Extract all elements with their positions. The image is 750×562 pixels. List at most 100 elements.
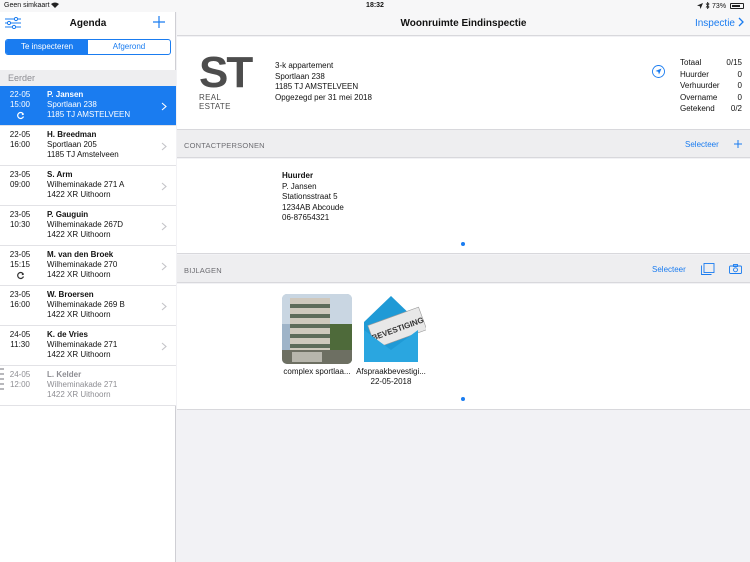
location-icon — [697, 3, 704, 9]
add-appointment-icon[interactable] — [153, 16, 165, 28]
sync-icon — [17, 111, 25, 120]
contacts-carousel: Huurder P. Jansen Stationsstraat 5 1234A… — [177, 159, 750, 254]
appointment-name: M. van den Broek — [47, 250, 114, 259]
sync-icon — [17, 271, 25, 280]
clock: 18:32 — [366, 2, 384, 9]
contacts-section-title: CONTACTPERSONEN — [184, 141, 265, 150]
appointment-row[interactable]: 23-05 15:15 M. van den Broek Wilheminakad… — [0, 246, 176, 286]
property-note: Opgezegd per 31 mei 2018 — [275, 92, 372, 102]
appointment-name: P. Jansen — [47, 90, 84, 99]
stat-row: Verhuurder 0 — [680, 81, 742, 90]
appointment-row[interactable]: 23-05 16:00 W. Broersen Wilheminakade 269… — [0, 286, 176, 326]
inspection-detail: Woonruimte Eindinspectie Inspectie ST RE… — [177, 12, 750, 562]
logo-mark: ST — [199, 48, 253, 97]
appointment-address: Wilheminakade 269 B 1422 XR Uithoorn — [47, 300, 125, 319]
chevron-right-icon — [161, 262, 167, 271]
stat-row: Overname 0 — [680, 92, 742, 102]
property-street: Sportlaan 238 — [275, 71, 325, 81]
appointment-name: K. de Vries — [47, 330, 88, 339]
contact-city: 1234AB Abcoude — [282, 202, 344, 212]
attachment-item[interactable]: complex sportlaa... — [281, 294, 353, 377]
appointment-name: W. Broersen — [47, 290, 94, 299]
chevron-right-icon — [161, 182, 167, 191]
sidebar-title: Agenda — [69, 18, 107, 29]
chevron-right-icon — [161, 102, 167, 111]
agenda-sidebar: Agenda Te inspecteren Afgerond Eerder 22… — [0, 12, 176, 562]
appointment-datetime: 23-05 16:00 — [9, 290, 31, 309]
appointment-datetime: 23-05 09:00 — [9, 170, 31, 189]
appointment-name: S. Arm — [47, 170, 73, 179]
page-indicator-dot — [461, 397, 465, 401]
stat-row: Totaal 0/15 — [680, 58, 742, 67]
chevron-right-icon — [738, 17, 744, 27]
attachment-photo-thumbnail — [282, 294, 352, 364]
appointment-datetime: 24-05 12:00 — [9, 370, 31, 389]
property-summary: ST REAL ESTATE 3-k appartement Sportlaan… — [177, 37, 750, 130]
appointment-row[interactable]: 23-05 09:00 S. Arm Wilheminakade 271 A 142… — [0, 166, 176, 206]
chevron-right-icon — [161, 142, 167, 151]
chevron-right-icon — [161, 342, 167, 351]
status-right: 73% — [697, 1, 744, 10]
appointment-row[interactable]: 24-05 11:30 K. de Vries Wilheminakade 271… — [0, 326, 176, 366]
status-segmented-control: Te inspecteren Afgerond — [5, 39, 171, 55]
appointment-row[interactable]: 23-05 10:30 P. Gauguin Wilheminakade 267D… — [0, 206, 176, 246]
attachment-date: 22-05-2018 — [370, 377, 412, 386]
appointment-datetime: 23-05 15:15 — [9, 250, 31, 269]
add-contact-icon[interactable] — [734, 140, 742, 148]
chevron-right-icon — [161, 222, 167, 231]
appointment-address: Wilheminakade 271 1422 XR Uithoorn — [47, 340, 118, 359]
detail-navbar: Woonruimte Eindinspectie Inspectie — [177, 12, 750, 36]
navigation-arrow-icon[interactable] — [652, 65, 665, 78]
appointment-datetime: 22-05 16:00 — [9, 130, 31, 149]
appointment-address: Wilheminakade 270 1422 XR Uithoorn — [47, 260, 118, 279]
attachments-carousel: complex sportlaa... BEVESTIGING Afspraak… — [177, 284, 750, 410]
property-info: 3-k appartement Sportlaan 238 1185 TJ AM… — [275, 61, 372, 103]
sidebar-header: Agenda — [0, 12, 175, 36]
segment-te-inspecteren[interactable]: Te inspecteren — [6, 40, 88, 54]
attachment-item[interactable]: BEVESTIGING Afspraakbevestigi... 22-05-2… — [355, 294, 427, 387]
contacts-select-button[interactable]: Selecteer — [685, 140, 719, 149]
segment-afgerond[interactable]: Afgerond — [88, 40, 170, 54]
appointment-name: L. Kelder — [47, 370, 82, 379]
appointment-address: Sportlaan 205 1185 TJ Amstelveen — [47, 140, 119, 159]
property-city: 1185 TJ AMSTELVEEN — [275, 82, 359, 91]
inspectie-label: Inspectie — [694, 18, 735, 29]
contacts-section-header: CONTACTPERSONEN Selecteer — [177, 130, 750, 158]
attachments-select-button[interactable]: Selecteer — [652, 265, 686, 274]
attachments-section-header: BIJLAGEN Selecteer — [177, 255, 750, 283]
attachment-label: Afspraakbevestigi... — [356, 367, 426, 376]
stat-row: Getekend 0/2 — [680, 104, 742, 113]
page-indicator-dot — [461, 242, 465, 246]
appointment-address: Wilheminakade 271 1422 XR Uithoorn — [47, 380, 118, 399]
appointment-row[interactable]: 22-05 16:00 H. Breedman Sportlaan 205 1185… — [0, 126, 176, 166]
attachment-mail-thumbnail: BEVESTIGING — [356, 294, 426, 364]
building-photo-icon — [282, 294, 352, 364]
appointment-datetime: 24-05 11:30 — [9, 330, 31, 349]
appointment-datetime: 23-05 10:30 — [9, 210, 31, 229]
appointment-name: H. Breedman — [47, 130, 97, 139]
drag-handle[interactable] — [0, 368, 4, 393]
appointment-list: 22-05 15:00 P. Jansen Sportlaan 238 1185 T… — [0, 86, 176, 406]
envelope-icon: BEVESTIGING — [364, 296, 426, 362]
contact-phone: 06-87654321 — [282, 213, 330, 222]
company-logo: ST REAL ESTATE — [199, 48, 255, 112]
appointment-row[interactable]: 24-05 12:00 L. Kelder Wilheminakade 271 14… — [0, 366, 176, 406]
appointment-address: Sportlaan 238 1185 TJ AMSTELVEEN — [47, 100, 131, 119]
battery-icon — [730, 3, 744, 10]
detail-title: Woonruimte Eindinspectie — [400, 18, 527, 29]
gallery-icon[interactable] — [701, 263, 715, 275]
appointment-name: P. Gauguin — [47, 210, 89, 219]
stat-row: Huurder 0 — [680, 69, 742, 79]
battery-percent: 73% — [712, 3, 727, 10]
inspectie-button[interactable]: Inspectie — [695, 17, 744, 29]
appointment-row[interactable]: 22-05 15:00 P. Jansen Sportlaan 238 1185 T… — [0, 86, 176, 126]
camera-icon[interactable] — [729, 264, 742, 274]
appointment-datetime: 22-05 15:00 — [9, 90, 31, 109]
contact-card[interactable]: Huurder P. Jansen Stationsstraat 5 1234A… — [282, 171, 344, 224]
attachment-label: complex sportlaa... — [283, 367, 351, 376]
property-type: 3-k appartement — [275, 61, 334, 70]
contact-street: Stationsstraat 5 — [282, 192, 338, 201]
contact-role: Huurder — [282, 171, 314, 180]
attachments-section-title: BIJLAGEN — [184, 266, 222, 275]
status-bar: Geen simkaart 18:32 73% — [0, 0, 750, 12]
